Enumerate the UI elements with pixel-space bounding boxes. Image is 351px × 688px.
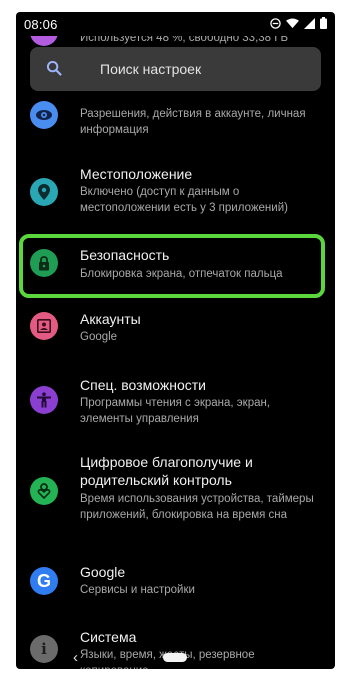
- settings-item-location[interactable]: Местоположение Включено (доступ к данным…: [16, 162, 335, 226]
- nav-back-icon[interactable]: ‹: [73, 649, 78, 666]
- location-subtitle: Включено (доступ к данным о местоположен…: [80, 186, 288, 214]
- phone-screen: 08:06 Используется 48 %, свободно 33,38 …: [16, 12, 335, 669]
- privacy-subtitle: Разрешения, действия в аккаунте, личная …: [80, 108, 306, 136]
- status-time: 08:06: [24, 17, 58, 32]
- do-not-disturb-icon: [270, 17, 281, 29]
- location-title: Местоположение: [80, 166, 193, 182]
- settings-item-privacy[interactable]: Разрешения, действия в аккаунте, личная …: [16, 98, 335, 146]
- google-g-icon: G: [30, 567, 58, 595]
- google-title: Google: [80, 564, 126, 580]
- wellbeing-title: Цифровое благополучие и родительский кон…: [80, 454, 253, 488]
- search-placeholder: Поиск настроек: [100, 61, 202, 77]
- wellbeing-heart-icon: [30, 477, 58, 505]
- accounts-title: Аккаунты: [80, 311, 141, 327]
- wellbeing-subtitle: Время использования устройства, таймеры …: [80, 493, 314, 521]
- system-title: Система: [80, 629, 137, 645]
- highlight-frame: [19, 234, 325, 298]
- settings-item-digital-wellbeing[interactable]: Цифровое благополучие и родительский кон…: [16, 451, 335, 541]
- storage-subtitle: Используется 48 %, свободно 33,38 ГБ: [80, 36, 289, 44]
- storage-icon: [30, 36, 58, 46]
- accounts-subtitle: Google: [80, 331, 118, 343]
- search-bar[interactable]: Поиск настроек: [30, 47, 321, 91]
- accessibility-title: Спец. возможности: [80, 377, 206, 393]
- status-bar: 08:06: [16, 12, 335, 36]
- nav-home-pill[interactable]: [163, 653, 187, 662]
- settings-item-accounts[interactable]: Аккаунты Google: [16, 308, 335, 348]
- wifi-icon: [286, 17, 299, 28]
- accessibility-icon: [30, 386, 58, 414]
- search-icon: [46, 60, 62, 76]
- settings-item-accessibility[interactable]: Спец. возможности Программы чтения с экр…: [16, 374, 335, 430]
- account-box-icon: [30, 312, 58, 340]
- nav-bar: ‹: [16, 647, 335, 669]
- google-subtitle: Сервисы и настройки: [80, 584, 195, 596]
- settings-list[interactable]: Используется 48 %, свободно 33,38 ГБ Пои…: [16, 36, 335, 669]
- privacy-eye-icon: [30, 101, 58, 129]
- settings-item-google[interactable]: G Google Сервисы и настройки: [16, 561, 335, 601]
- accessibility-subtitle: Программы чтения с экрана, экран, элемен…: [80, 397, 271, 425]
- battery-icon: [320, 17, 327, 29]
- signal-icon: [304, 17, 315, 29]
- location-pin-icon: [30, 178, 58, 206]
